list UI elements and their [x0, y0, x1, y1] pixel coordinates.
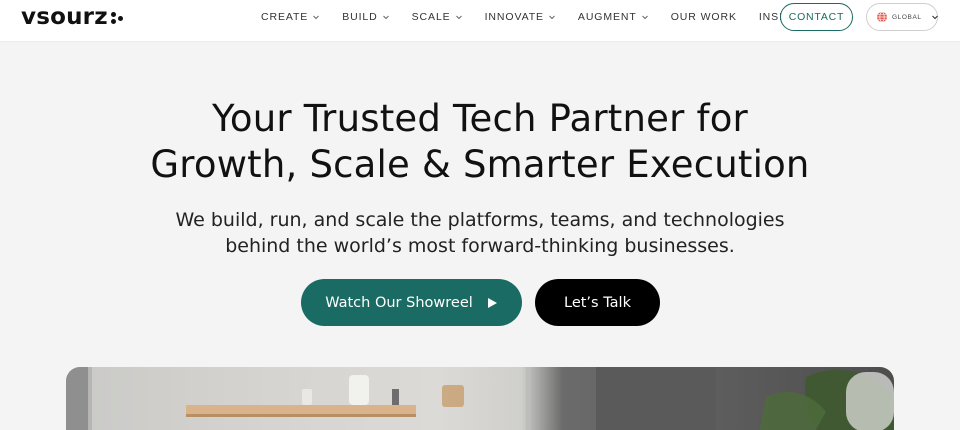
chevron-down-icon: [931, 13, 939, 21]
chevron-down-icon: [382, 13, 390, 21]
watch-showreel-label: Watch Our Showreel: [325, 294, 473, 311]
hero-subtitle: We build, run, and scale the platforms, …: [0, 207, 960, 259]
hero-image-scene: [66, 367, 894, 430]
contact-button[interactable]: CONTACT: [780, 3, 853, 31]
nav-item-label: BUILD: [342, 11, 378, 23]
region-selector[interactable]: GLOBAL: [866, 3, 938, 31]
main-nav: CREATE BUILD SCALE INNOVATE AUGMENT OUR …: [261, 0, 838, 34]
lets-talk-label: Let’s Talk: [564, 294, 631, 311]
chevron-down-icon: [455, 13, 463, 21]
logo-text: vsourz: [21, 4, 108, 30]
hero-subtitle-line-2: behind the world’s most forward-thinking…: [225, 235, 735, 257]
region-label: GLOBAL: [892, 13, 922, 21]
lets-talk-button[interactable]: Let’s Talk: [535, 279, 660, 326]
dots-icon: [110, 11, 125, 25]
chevron-down-icon: [548, 13, 556, 21]
hero-image: [66, 367, 894, 430]
hero-title-line-2: Growth, Scale & Smarter Execution: [150, 143, 810, 186]
chevron-down-icon: [312, 13, 320, 21]
nav-item-label: AUGMENT: [577, 11, 637, 23]
nav-item-build[interactable]: BUILD: [342, 11, 389, 23]
logo[interactable]: vsourz: [21, 3, 125, 31]
chevron-down-icon: [641, 13, 649, 21]
hero-title-line-1: Your Trusted Tech Partner for: [212, 97, 748, 140]
globe-icon: [876, 11, 888, 23]
nav-item-innovate[interactable]: INNOVATE: [485, 11, 556, 23]
play-icon: [487, 297, 498, 309]
watch-showreel-button[interactable]: Watch Our Showreel: [301, 279, 522, 326]
hero-title: Your Trusted Tech Partner for Growth, Sc…: [0, 96, 960, 188]
site-header: vsourz CREATE BUILD SCALE INNOVATE AUGME…: [0, 0, 960, 42]
nav-item-label: OUR WORK: [670, 11, 737, 23]
nav-item-label: INNOVATE: [484, 11, 544, 23]
nav-item-augment[interactable]: AUGMENT: [578, 11, 649, 23]
nav-item-label: SCALE: [411, 11, 451, 23]
nav-item-our-work[interactable]: OUR WORK: [671, 11, 737, 23]
hero-subtitle-line-1: We build, run, and scale the platforms, …: [175, 209, 785, 231]
nav-item-scale[interactable]: SCALE: [412, 11, 463, 23]
nav-item-create[interactable]: CREATE: [261, 11, 320, 23]
nav-item-label: CREATE: [261, 11, 309, 23]
